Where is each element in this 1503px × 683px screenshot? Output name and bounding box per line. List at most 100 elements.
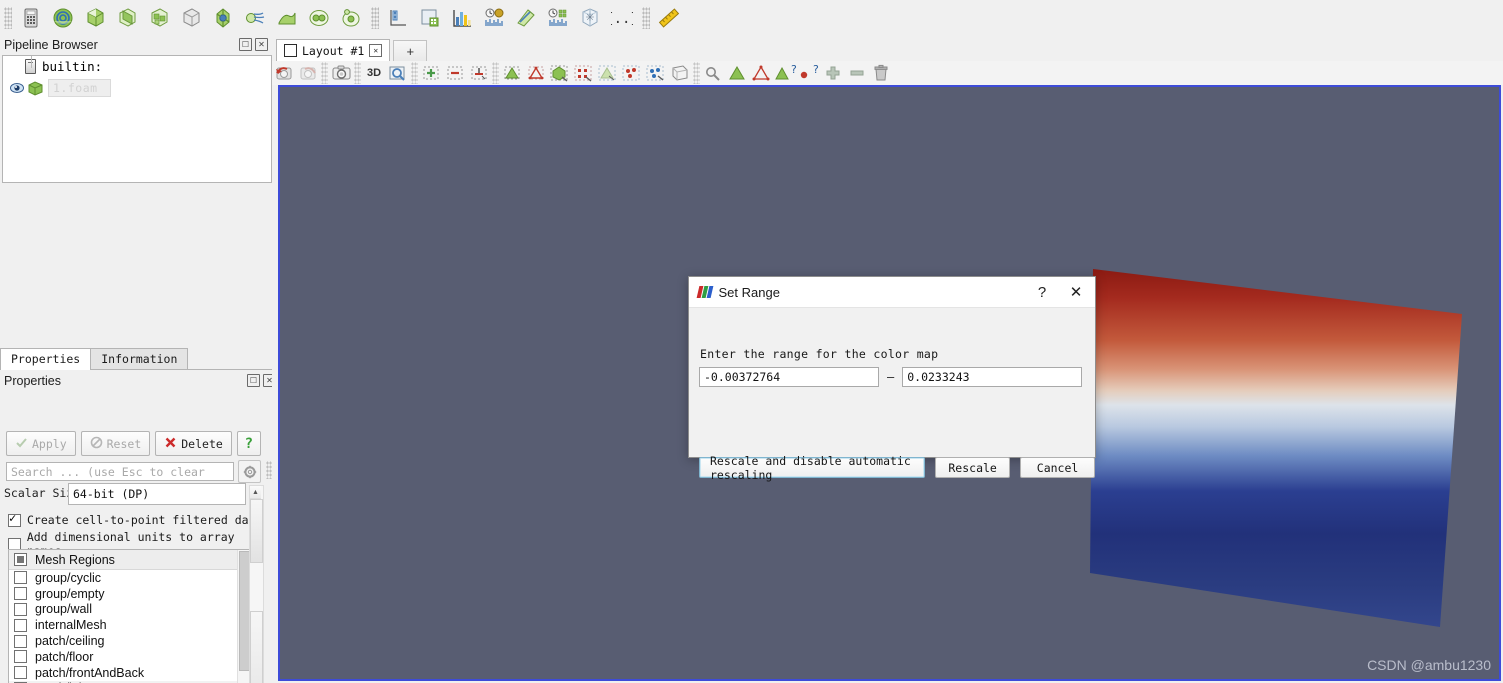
toggle-3d-icon[interactable]: 3D: [362, 62, 386, 84]
scroll-up-icon[interactable]: ▲: [250, 486, 261, 499]
scalar-size-combo[interactable]: 64-bit (DP): [68, 483, 246, 505]
annotate-icon[interactable]: {..}: [607, 3, 637, 33]
tab-information[interactable]: Information: [90, 348, 188, 369]
select-surface-cells-icon[interactable]: [725, 62, 749, 84]
rescale-and-disable-button[interactable]: Rescale and disable automatic rescaling: [699, 457, 925, 478]
interactive-select-cells-icon[interactable]: [572, 62, 596, 84]
camera-undo-icon[interactable]: [272, 62, 296, 84]
select-points-on-icon[interactable]: [443, 62, 467, 84]
histogram-icon[interactable]: [447, 3, 477, 33]
clip-icon[interactable]: [80, 3, 110, 33]
toolbar-grip[interactable]: [4, 7, 12, 29]
zoom-selection-icon[interactable]: [386, 62, 410, 84]
close-icon[interactable]: ✕: [1059, 278, 1093, 306]
add-layout-tab-button[interactable]: +: [393, 40, 427, 61]
close-icon[interactable]: ✕: [369, 44, 382, 57]
python-calculator-icon[interactable]: ✳: [575, 3, 605, 33]
tab-properties[interactable]: Properties: [0, 348, 91, 370]
delete-icon: [164, 436, 177, 452]
select-surface-points-icon[interactable]: [749, 62, 773, 84]
rescale-button[interactable]: Rescale: [935, 457, 1010, 478]
interactive-select-points-icon[interactable]: [596, 62, 620, 84]
screenshot-icon[interactable]: [329, 62, 353, 84]
pipeline-browser-list[interactable]: builtin: 1.foam: [2, 55, 272, 183]
close-icon[interactable]: ✕: [255, 38, 268, 51]
query-cells-icon[interactable]: ?: [773, 62, 797, 84]
checkbox-create-cell-to-point[interactable]: Create cell-to-point filtered data: [8, 513, 262, 527]
hover-cells-icon[interactable]: [620, 62, 644, 84]
search-input[interactable]: Search ... (use Esc to clear text): [6, 462, 234, 481]
spreadsheet-view-icon[interactable]: [415, 3, 445, 33]
toolbar-grip-2[interactable]: [371, 7, 379, 29]
float-icon[interactable]: ☐: [239, 38, 252, 51]
apply-button[interactable]: Apply: [6, 431, 76, 456]
plot-data-icon[interactable]: [543, 3, 573, 33]
reset-icon: [90, 436, 103, 452]
checkbox-box[interactable]: [14, 650, 27, 663]
hover-points-icon[interactable]: [644, 62, 668, 84]
calculator-icon[interactable]: [16, 3, 46, 33]
camera-redo-icon[interactable]: [296, 62, 320, 84]
delete-button[interactable]: Delete: [155, 431, 232, 456]
scrollbar-thumb-lower[interactable]: [250, 611, 263, 683]
range-min-input[interactable]: -0.00372764: [699, 367, 879, 387]
float-icon[interactable]: ☐: [247, 374, 260, 387]
range-max-input[interactable]: 0.0233243: [902, 367, 1082, 387]
properties-scrollbar[interactable]: ▲: [249, 485, 264, 683]
reset-button[interactable]: Reset: [81, 431, 151, 456]
add-selection-icon[interactable]: [821, 62, 845, 84]
checkbox-box[interactable]: [8, 514, 21, 527]
mesh-region-item[interactable]: internalMesh: [9, 617, 251, 633]
glyph-icon[interactable]: [208, 3, 238, 33]
slice-icon[interactable]: [112, 3, 142, 33]
apply-icon: [15, 436, 28, 452]
pipeline-item-source[interactable]: 1.foam: [3, 77, 271, 98]
cancel-button[interactable]: Cancel: [1020, 457, 1095, 478]
gear-icon[interactable]: [238, 460, 261, 483]
mesh-region-item[interactable]: group/wall: [9, 602, 251, 618]
set-range-dialog[interactable]: Set Range ? ✕ Enter the range for the co…: [688, 276, 1096, 458]
warp-icon[interactable]: [272, 3, 302, 33]
plot-selection-over-time-icon[interactable]: [511, 3, 541, 33]
subtract-selection-icon[interactable]: [845, 62, 869, 84]
pipeline-item-builtin[interactable]: builtin:: [3, 56, 271, 77]
tristate-checkbox-icon[interactable]: [14, 553, 27, 566]
checkbox-box[interactable]: [14, 587, 27, 600]
checkbox-box[interactable]: [14, 571, 27, 584]
zoom-closest-icon[interactable]: [701, 62, 725, 84]
tab-layout-1[interactable]: Layout #1 ✕: [276, 39, 390, 61]
select-cells-through-icon[interactable]: [467, 62, 491, 84]
mesh-region-item[interactable]: patch/floor: [9, 649, 251, 665]
plot-over-line-icon[interactable]: [383, 3, 413, 33]
stream-tracer-icon[interactable]: [240, 3, 270, 33]
scrollbar-thumb[interactable]: [250, 499, 263, 563]
eye-icon[interactable]: [9, 80, 25, 96]
checkbox-box[interactable]: [14, 666, 27, 679]
mesh-region-item[interactable]: group/cyclic: [9, 570, 251, 586]
help-icon[interactable]: ?: [1025, 278, 1059, 306]
left-dock: Pipeline Browser ☐ ✕ builtin:: [0, 35, 272, 683]
mesh-region-item[interactable]: patch/ceiling: [9, 633, 251, 649]
checkbox-box[interactable]: [14, 603, 27, 616]
mesh-regions-header[interactable]: Mesh Regions: [9, 550, 251, 570]
ruler-icon[interactable]: [654, 3, 684, 33]
checkbox-box[interactable]: [14, 635, 27, 648]
query-points-icon[interactable]: ?: [797, 62, 821, 84]
select-block-icon[interactable]: [548, 62, 572, 84]
mesh-region-item[interactable]: group/empty: [9, 586, 251, 602]
extract-subset-icon[interactable]: [176, 3, 206, 33]
group-datasets-icon[interactable]: [304, 3, 334, 33]
plot-data-over-time-icon[interactable]: [479, 3, 509, 33]
frustum-select-icon[interactable]: [668, 62, 692, 84]
extract-level-icon[interactable]: [336, 3, 366, 33]
contour-icon[interactable]: [48, 3, 78, 33]
threshold-icon[interactable]: [144, 3, 174, 33]
select-polygon-cells-icon[interactable]: [524, 62, 548, 84]
select-points-through-icon[interactable]: [500, 62, 524, 84]
select-cells-on-icon[interactable]: [419, 62, 443, 84]
clear-selection-icon[interactable]: [869, 62, 893, 84]
mesh-region-item[interactable]: patch/frontAndBack: [9, 665, 251, 681]
checkbox-box[interactable]: [14, 619, 27, 632]
toolbar-grip-3[interactable]: [642, 7, 650, 29]
help-button[interactable]: ?: [237, 431, 261, 456]
